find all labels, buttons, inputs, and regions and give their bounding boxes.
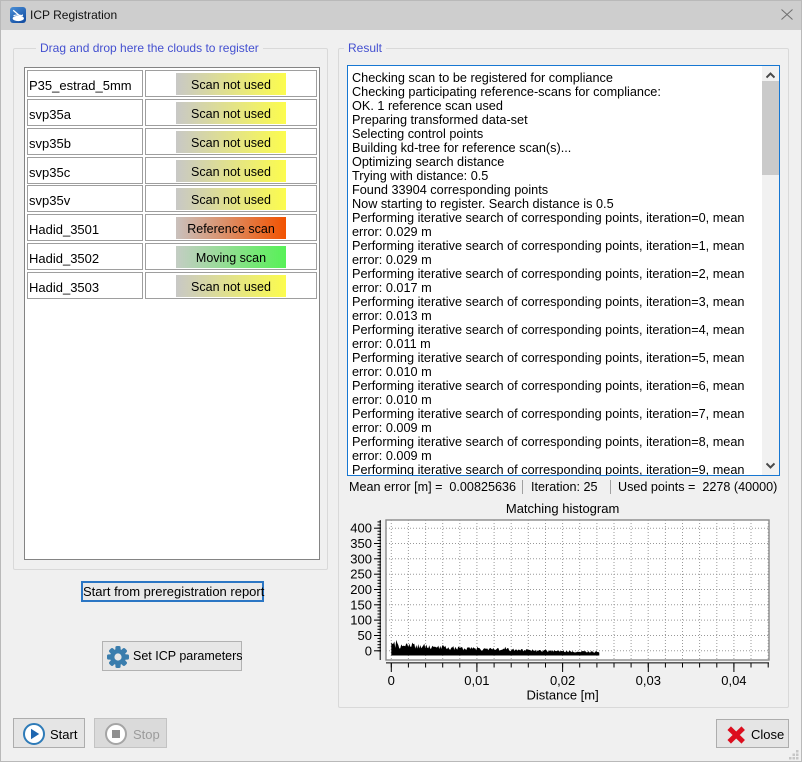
- svg-text:50: 50: [358, 628, 372, 643]
- svg-text:250: 250: [350, 567, 372, 582]
- svg-text:Matching histogram: Matching histogram: [506, 501, 619, 516]
- svg-text:400: 400: [350, 521, 372, 536]
- svg-text:300: 300: [350, 551, 372, 566]
- svg-text:0: 0: [388, 673, 395, 688]
- svg-text:0: 0: [365, 643, 372, 658]
- svg-text:100: 100: [350, 613, 372, 628]
- svg-text:150: 150: [350, 597, 372, 612]
- svg-text:Distance [m]: Distance [m]: [526, 688, 598, 703]
- svg-text:0,04: 0,04: [721, 673, 746, 688]
- svg-text:350: 350: [350, 536, 372, 551]
- svg-text:0,02: 0,02: [550, 673, 575, 688]
- svg-text:200: 200: [350, 582, 372, 597]
- svg-text:0,01: 0,01: [464, 673, 489, 688]
- svg-text:0,03: 0,03: [636, 673, 661, 688]
